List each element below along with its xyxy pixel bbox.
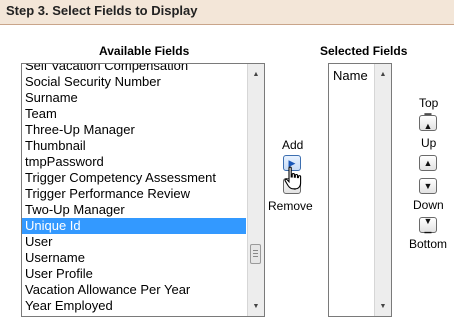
available-option[interactable]: tmpPassword <box>22 154 246 170</box>
move-up-button[interactable]: ▲ <box>419 155 437 171</box>
arrow-down-icon: ▼ <box>423 181 433 191</box>
arrow-bottom-icon: ▼ ▁ <box>423 216 433 233</box>
move-top-button[interactable]: ▔ ▲ <box>419 115 437 131</box>
remove-label: Remove <box>268 199 313 213</box>
available-option[interactable]: Trigger Performance Review <box>22 186 246 202</box>
selected-fields-list[interactable]: Name ▲ ▼ <box>328 63 392 317</box>
top-label: Top <box>419 96 439 110</box>
available-option[interactable]: User <box>22 234 246 250</box>
available-option[interactable]: Two-Up Manager <box>22 202 246 218</box>
add-label: Add <box>282 138 304 152</box>
step-title: Step 3. Select Fields to Display <box>6 3 198 18</box>
arrow-up-icon: ▲ <box>423 158 433 168</box>
selected-fields-label: Selected Fields <box>320 44 408 58</box>
arrow-top-icon: ▔ ▲ <box>423 114 433 131</box>
available-fields-label: Available Fields <box>99 44 190 58</box>
available-option[interactable]: Surname <box>22 90 246 106</box>
move-bottom-button[interactable]: ▼ ▁ <box>419 217 437 233</box>
available-option[interactable]: Username <box>22 250 246 266</box>
available-scrollbar[interactable]: ▲ ▼ <box>247 64 264 316</box>
move-down-button[interactable]: ▼ <box>419 178 437 194</box>
hand-pointer-icon <box>284 166 302 190</box>
step-header: Step 3. Select Fields to Display <box>0 0 454 25</box>
available-option[interactable]: Three-Up Manager <box>22 122 246 138</box>
selected-option[interactable]: Name <box>329 68 373 84</box>
available-option[interactable]: Year Employed <box>22 298 246 314</box>
selected-scrollbar[interactable]: ▲ ▼ <box>374 64 391 316</box>
available-fields-list[interactable]: Self Vacation Compensation Social Securi… <box>21 63 265 317</box>
available-option[interactable]: Trigger Competency Assessment <box>22 170 246 186</box>
available-option[interactable]: Social Security Number <box>22 74 246 90</box>
scroll-down-arrow-icon[interactable]: ▼ <box>248 298 264 314</box>
bottom-label: Bottom <box>409 237 448 251</box>
available-option[interactable]: Team <box>22 106 246 122</box>
scroll-up-arrow-icon[interactable]: ▲ <box>248 66 264 82</box>
available-option-selected[interactable]: Unique Id <box>22 218 246 234</box>
scroll-down-arrow-icon[interactable]: ▼ <box>375 298 391 314</box>
down-label: Down <box>413 198 444 212</box>
available-option[interactable]: Thumbnail <box>22 138 246 154</box>
up-label: Up <box>421 136 437 150</box>
scroll-thumb[interactable] <box>250 244 261 264</box>
available-option[interactable]: User Profile <box>22 266 246 282</box>
scroll-up-arrow-icon[interactable]: ▲ <box>375 66 391 82</box>
available-option[interactable]: Self Vacation Compensation <box>22 64 246 74</box>
available-option[interactable]: Vacation Allowance Per Year <box>22 282 246 298</box>
